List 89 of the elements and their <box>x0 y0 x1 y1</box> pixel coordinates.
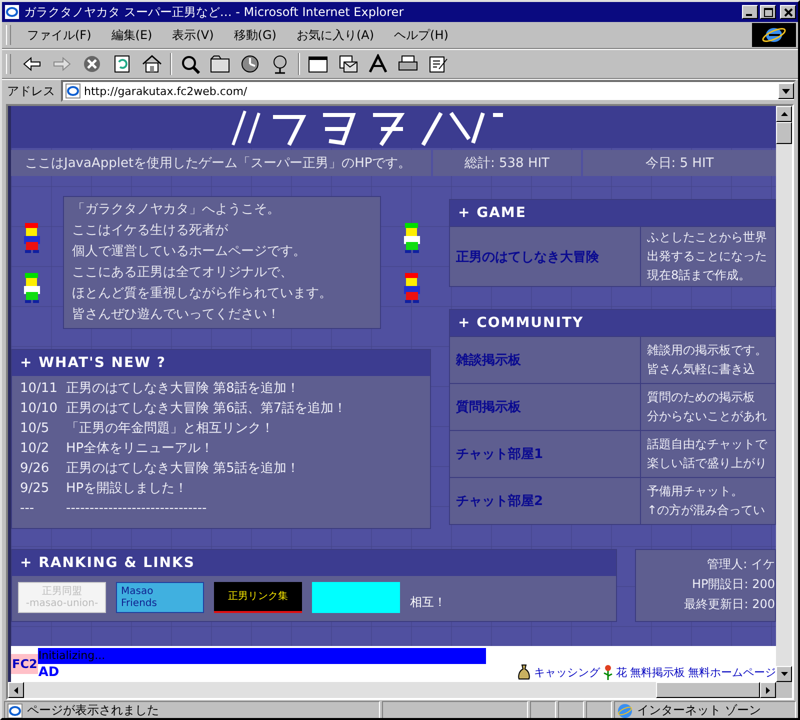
zone-panel: インターネット ゾーン <box>614 701 796 718</box>
description-text: 出発することになった <box>647 248 767 265</box>
maximize-icon <box>764 8 772 16</box>
description-text: 予備用チャット。 <box>647 483 744 500</box>
welcome-text: 個人で運営しているホームページです。 <box>72 243 307 261</box>
scroll-thumb[interactable] <box>656 682 760 698</box>
link-banner[interactable]: Masao Friends <box>116 582 204 613</box>
admin-info: HP開設日: 200 <box>692 576 775 593</box>
money-bag-icon <box>517 664 531 680</box>
welcome-text: ここはイケる生ける死者が <box>72 222 229 240</box>
browser-logo-icon <box>752 23 796 47</box>
ad-link[interactable]: 無料掲示板 <box>630 664 685 680</box>
page-icon <box>4 4 20 20</box>
scroll-right-icon <box>766 686 770 694</box>
page-icon <box>7 702 23 718</box>
character-icon <box>21 222 43 254</box>
ad-link[interactable]: 花 <box>616 664 627 680</box>
character-icon <box>401 272 423 304</box>
status-text-panel: ページが表示されました <box>4 701 380 718</box>
today-hits: 今日: 5 HIT <box>583 150 776 176</box>
character-icon <box>21 272 43 304</box>
close-button[interactable] <box>780 5 796 19</box>
close-icon <box>784 8 792 16</box>
menu-item[interactable]: 表示(V) <box>162 26 224 44</box>
address-label: アドレス <box>6 82 56 100</box>
description-text: 楽しい話で盛り上がり <box>647 455 767 472</box>
news-text: 正男のはてしなき大冒険 第6話、第7話を追加！ <box>66 400 347 418</box>
menu-item[interactable]: お気に入り(A) <box>286 26 384 44</box>
news-date: 10/10 <box>20 400 58 418</box>
scrollbar-corner <box>776 682 792 698</box>
news-text: 正男のはてしなき大冒険 第5話を追加！ <box>66 460 300 478</box>
welcome-text: 皆さんぜひ遊んでいってください！ <box>72 306 281 324</box>
section-header: + WHAT'S NEW ? <box>12 350 430 376</box>
news-text: 「正男の年金問題」と相互リンク！ <box>66 420 274 438</box>
total-hits: 総計: 538 HIT <box>433 150 581 176</box>
admin-info: 最終更新日: 200 <box>684 596 775 613</box>
intro-text: ここはJavaAppletを使用したゲーム「スーパー正男」のHPです。 <box>11 150 431 176</box>
vertical-scrollbar[interactable] <box>776 106 792 682</box>
applet-box: Initializing... <box>38 648 486 664</box>
link-banner[interactable]: 正男リンク集 <box>214 582 302 613</box>
scroll-thumb[interactable] <box>776 122 792 144</box>
news-text: HPを開設しました！ <box>66 480 188 498</box>
section-header: + COMMUNITY <box>450 310 775 336</box>
description-text: 話題自由なチャットで <box>647 436 767 453</box>
description-text: 雑談用の掲示板です。 <box>647 342 767 359</box>
menu-item[interactable]: 編集(E) <box>101 26 162 44</box>
welcome-text: 「ガラクタノヤカタ」へようこそ。 <box>72 201 281 219</box>
news-date: --- <box>20 500 36 518</box>
news-date: 10/2 <box>20 440 50 458</box>
ad-logo: FC2 <box>11 654 38 674</box>
dropdown-button[interactable] <box>778 83 794 99</box>
window-title: ガラクタノヤカタ スーパー正男など… - Microsoft Internet Explorer <box>24 4 404 20</box>
menu-item[interactable]: ヘルプ(H) <box>384 26 458 44</box>
scroll-up-icon <box>780 112 788 116</box>
ad-link[interactable]: 無料ホームページ <box>688 664 776 680</box>
menu-item[interactable]: ファイル(F) <box>17 26 102 44</box>
news-text: 正男のはてしなき大冒険 第8話を追加！ <box>66 380 300 398</box>
description-text: ふとしたことから世界 <box>647 229 767 246</box>
note-text: 相互！ <box>410 594 446 611</box>
welcome-text: ほとんど質を重視しながら作られています。 <box>72 285 333 303</box>
horizontal-scrollbar[interactable] <box>8 682 792 698</box>
description-text: ↑の方が混み合ってい <box>647 502 766 519</box>
welcome-text: ここにある正男は全てオリジナルで、 <box>72 264 294 282</box>
news-date: 10/11 <box>20 380 58 398</box>
flower-icon <box>603 664 613 680</box>
scroll-down-icon <box>780 672 788 676</box>
news-text: ------------------------------ <box>66 500 207 518</box>
minimize-button[interactable] <box>742 5 758 19</box>
ad-link[interactable]: キャッシング <box>534 664 600 680</box>
news-date: 9/26 <box>20 460 50 478</box>
scroll-left-icon <box>14 686 18 694</box>
address-field[interactable]: http://garakutax.fc2web.com/ <box>61 80 796 102</box>
maximize-button[interactable] <box>760 5 776 19</box>
description-text: 分からないことがあれ <box>647 408 767 425</box>
globe-icon <box>617 702 633 718</box>
description-text: 皆さん気軽に書き込 <box>647 361 756 378</box>
section-header: + RANKING & LINKS <box>12 550 616 576</box>
admin-info: 管理人: イケ <box>707 556 775 573</box>
page-icon <box>65 83 81 99</box>
news-text: HP全体をリニューアル！ <box>66 440 214 458</box>
ad-label: AD <box>38 664 60 680</box>
news-date: 10/5 <box>20 420 50 438</box>
menu-item[interactable]: 移動(G) <box>224 26 286 44</box>
description-text: 質問のための掲示板 <box>647 389 756 406</box>
character-icon <box>401 222 423 254</box>
news-date: 9/25 <box>20 480 50 498</box>
section-header: + GAME <box>450 200 775 226</box>
caret-icon <box>782 88 790 94</box>
description-text: 現在8話まで作成。 <box>647 267 752 284</box>
